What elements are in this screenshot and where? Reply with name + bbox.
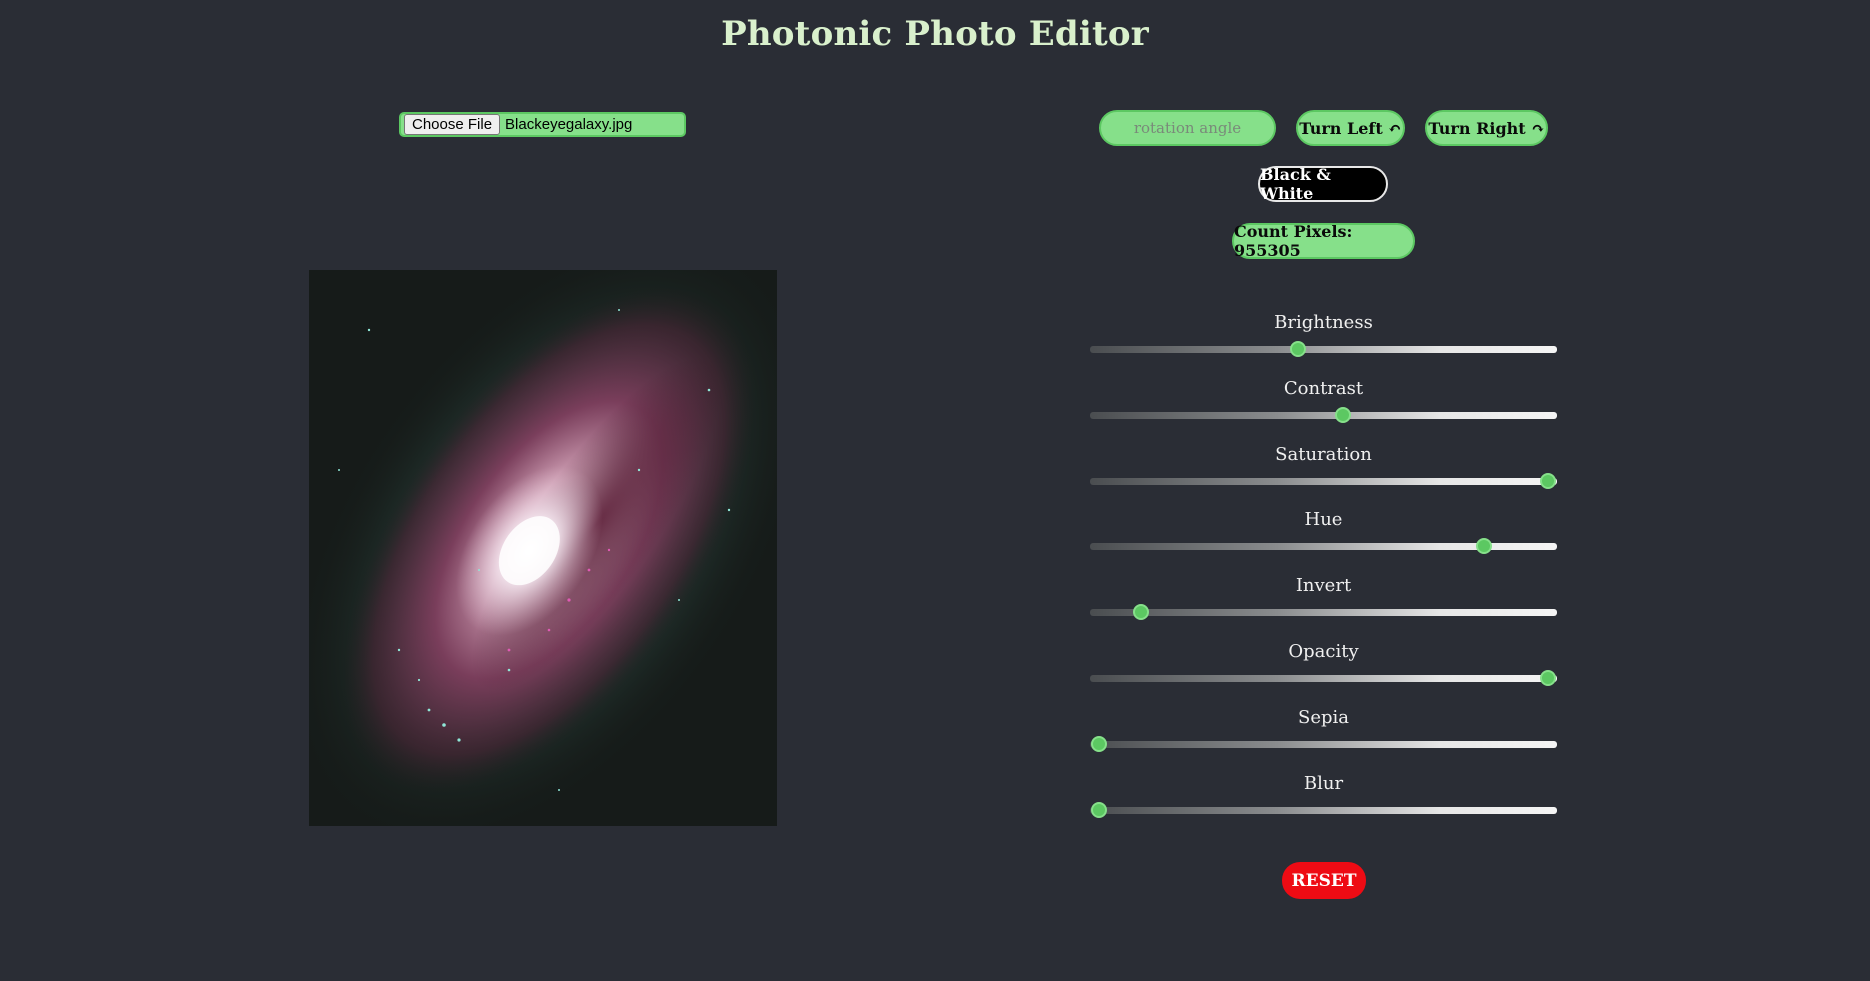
slider-thumb[interactable]: [1132, 604, 1149, 620]
slider-hue: Hue: [1090, 509, 1557, 559]
slider-thumb[interactable]: [1540, 473, 1556, 489]
file-name: Blackeyegalaxy.jpg: [505, 116, 633, 133]
slider-track[interactable]: [1090, 807, 1557, 814]
image-preview: [309, 270, 777, 826]
slider-label: Contrast: [1283, 378, 1364, 399]
slider-blur: Blur: [1090, 773, 1557, 823]
slider-thumb[interactable]: [1540, 670, 1556, 686]
slider-thumb[interactable]: [1334, 407, 1351, 423]
slider-opacity: Opacity: [1090, 641, 1557, 691]
slider-thumb[interactable]: [1091, 736, 1107, 752]
reset-button[interactable]: RESET: [1282, 862, 1366, 899]
turn-right-button[interactable]: Turn Right ↷: [1425, 110, 1548, 146]
slider-thumb[interactable]: [1091, 802, 1107, 818]
slider-thumb[interactable]: [1289, 341, 1306, 357]
count-pixels-button[interactable]: Count Pixels: 955305: [1232, 222, 1415, 260]
slider-contrast: Contrast: [1090, 378, 1557, 428]
file-input[interactable]: Choose File Blackeyegalaxy.jpg: [399, 112, 686, 137]
slider-saturation: Saturation: [1090, 444, 1557, 494]
page-title: Photonic Photo Editor: [721, 14, 1149, 54]
slider-label: Saturation: [1275, 444, 1372, 465]
slider-label: Opacity: [1288, 641, 1359, 662]
slider-label: Hue: [1304, 509, 1343, 530]
slider-track[interactable]: [1090, 412, 1557, 419]
rotation-angle-input[interactable]: rotation angle: [1099, 110, 1276, 146]
turn-left-button[interactable]: Turn Left ↶: [1296, 110, 1405, 146]
slider-track[interactable]: [1090, 478, 1557, 485]
galaxy-image: [309, 270, 777, 826]
choose-file-button[interactable]: Choose File: [404, 114, 501, 135]
slider-label: Sepia: [1298, 707, 1349, 728]
slider-track[interactable]: [1090, 675, 1557, 682]
slider-track[interactable]: [1090, 346, 1557, 353]
black-white-button[interactable]: Black & White: [1258, 165, 1388, 203]
slider-brightness: Brightness: [1090, 312, 1557, 362]
slider-label: Brightness: [1274, 312, 1373, 333]
slider-thumb[interactable]: [1475, 538, 1492, 554]
slider-label: Blur: [1303, 773, 1344, 794]
slider-sepia: Sepia: [1090, 707, 1557, 757]
slider-track[interactable]: [1090, 741, 1557, 748]
controls-panel: rotation angle Turn Left ↶ Turn Right ↷ …: [1090, 0, 1557, 981]
slider-track[interactable]: [1090, 609, 1557, 616]
slider-invert: Invert: [1090, 575, 1557, 625]
slider-label: Invert: [1295, 575, 1352, 596]
